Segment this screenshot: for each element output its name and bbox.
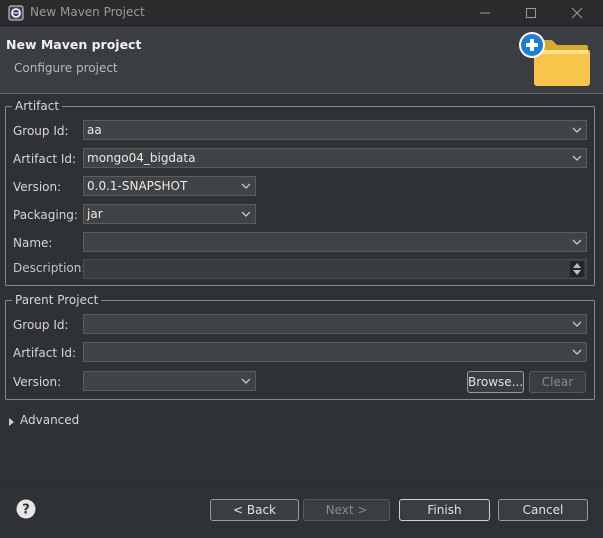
chevron-down-icon[interactable] [568, 315, 586, 333]
chevron-down-icon[interactable] [568, 121, 586, 139]
name-label: Name: [13, 236, 53, 250]
parent-artifact-id-label: Artifact Id: [13, 346, 77, 360]
artifact-group-id-label: Group Id: [13, 124, 69, 138]
chevron-down-icon[interactable] [568, 343, 586, 361]
chevron-down-icon[interactable] [568, 149, 586, 167]
close-icon [571, 7, 583, 19]
packaging-combo[interactable]: jar [83, 204, 256, 224]
artifact-version-label: Version: [13, 180, 62, 194]
new-folder-plus-icon [519, 32, 590, 86]
finish-button[interactable]: Finish [399, 499, 490, 521]
browse-button[interactable]: Browse... [467, 371, 524, 393]
artifact-version-combo[interactable]: 0.0.1-SNAPSHOT [83, 176, 256, 196]
spinner-icon[interactable] [570, 261, 584, 277]
clear-button[interactable]: Clear [529, 371, 586, 393]
next-button[interactable]: Next > [303, 499, 390, 521]
chevron-down-icon[interactable] [237, 205, 255, 223]
artifact-id-combo[interactable]: mongo04_bigdata [83, 148, 587, 168]
description-field[interactable] [83, 259, 587, 279]
chevron-down-icon[interactable] [237, 177, 255, 195]
parent-group-id-combo[interactable] [83, 314, 587, 334]
title-bar: New Maven Project [0, 0, 603, 26]
chevron-down-icon[interactable] [237, 372, 255, 390]
artifact-group-id-combo[interactable]: aa [83, 120, 587, 140]
artifact-id-label: Artifact Id: [13, 152, 77, 166]
parent-version-combo[interactable] [83, 371, 256, 391]
artifact-group-id-value: aa [87, 123, 102, 137]
minimize-button[interactable] [462, 0, 508, 26]
cancel-button[interactable]: Cancel [498, 499, 588, 521]
parent-artifact-id-combo[interactable] [83, 342, 587, 362]
parent-project-legend: Parent Project [12, 292, 102, 308]
page-title: New Maven project [6, 37, 142, 52]
name-combo[interactable] [83, 232, 587, 252]
back-button[interactable]: < Back [210, 499, 299, 521]
triangle-right-icon[interactable] [8, 416, 16, 428]
eclipse-icon [8, 5, 24, 21]
help-icon[interactable]: ? [16, 499, 36, 519]
packaging-label: Packaging: [13, 208, 78, 222]
maximize-icon [526, 8, 536, 18]
minimize-icon [480, 12, 490, 14]
chevron-down-icon[interactable] [568, 233, 586, 251]
artifact-id-value: mongo04_bigdata [87, 151, 196, 165]
parent-version-label: Version: [13, 375, 62, 389]
close-button[interactable] [554, 0, 600, 26]
header-separator [0, 93, 603, 94]
svg-text:?: ? [22, 503, 30, 518]
description-label: Description: [13, 261, 86, 275]
packaging-value: jar [87, 207, 103, 221]
artifact-version-value: 0.0.1-SNAPSHOT [87, 179, 188, 193]
footer-separator [0, 482, 603, 483]
window-title: New Maven Project [30, 5, 145, 19]
maximize-button[interactable] [508, 0, 554, 26]
page-subtitle: Configure project [14, 61, 118, 75]
advanced-label[interactable]: Advanced [20, 413, 79, 427]
wizard-header: New Maven project Configure project [0, 27, 603, 93]
parent-group-id-label: Group Id: [13, 318, 69, 332]
artifact-legend: Artifact [12, 98, 63, 114]
